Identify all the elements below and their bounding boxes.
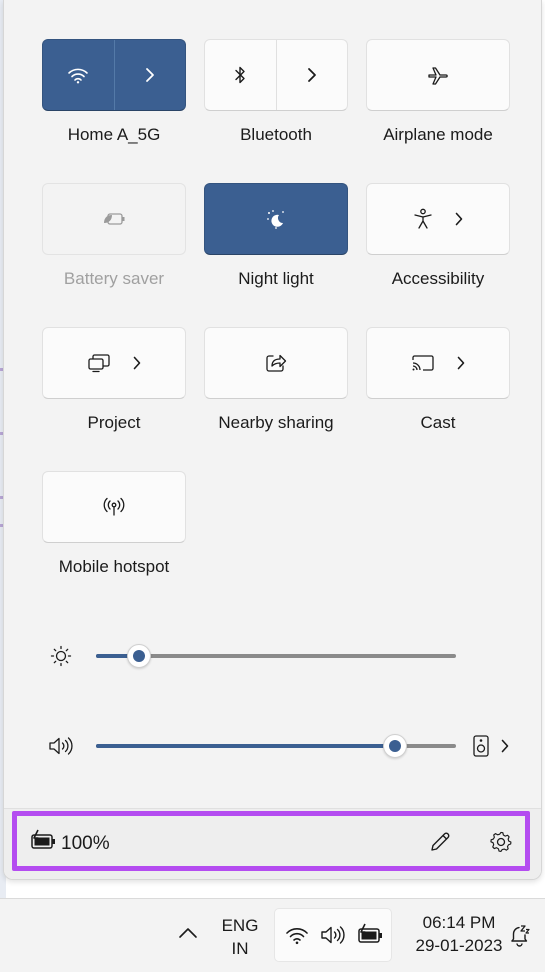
tile-label-project: Project xyxy=(87,413,141,432)
brightness-icon xyxy=(50,645,72,667)
airplane-mode-tile[interactable] xyxy=(366,39,510,111)
battery-saver-icon xyxy=(102,211,126,227)
cast-icon xyxy=(411,354,435,372)
wifi-chevron-button[interactable] xyxy=(115,40,186,110)
bluetooth-tile[interactable] xyxy=(204,39,348,111)
clock-date: 29-01-2023 xyxy=(415,936,503,955)
volume-slider[interactable] xyxy=(96,734,456,758)
mobile-hotspot-tile[interactable] xyxy=(42,471,186,543)
battery-saver-tile[interactable] xyxy=(42,183,186,255)
chevron-right-icon xyxy=(133,356,141,370)
tile-label-night-light: Night light xyxy=(238,269,314,288)
volume-row xyxy=(4,731,541,761)
tile-cell-airplane: Airplane mode xyxy=(366,39,510,149)
tile-label-cast: Cast xyxy=(420,413,456,432)
accessibility-tile[interactable] xyxy=(366,183,510,255)
tile-cell-battery-saver: Battery saver xyxy=(42,183,186,293)
tile-cell-nearby-sharing: Nearby sharing xyxy=(204,327,348,437)
chevron-right-icon[interactable] xyxy=(501,739,509,753)
tile-label-nearby-sharing: Nearby sharing xyxy=(218,413,334,432)
project-tile[interactable] xyxy=(42,327,186,399)
volume-slider-thumb[interactable] xyxy=(382,734,407,758)
tile-cell-night-light: Night light xyxy=(204,183,348,293)
tile-label-accessibility: Accessibility xyxy=(391,269,485,288)
chevron-up-icon[interactable] xyxy=(178,927,198,939)
battery-charging-icon xyxy=(355,923,383,945)
project-icon xyxy=(87,353,111,373)
accessibility-icon xyxy=(413,208,433,230)
taskbar-clock[interactable]: 06:14 PM 29-01-2023 xyxy=(400,911,518,957)
nearby-sharing-icon xyxy=(265,353,287,373)
wifi-icon xyxy=(67,66,89,84)
tile-label-airplane: Airplane mode xyxy=(383,125,493,144)
pencil-icon[interactable] xyxy=(429,831,451,853)
bluetooth-toggle-button[interactable] xyxy=(205,40,276,110)
clock-time: 06:14 PM xyxy=(422,913,496,932)
lang-region: IN xyxy=(231,939,249,958)
tile-cell-bluetooth: Bluetooth xyxy=(204,39,348,149)
speaker-device-icon[interactable] xyxy=(472,734,490,758)
wifi-icon xyxy=(285,925,309,945)
brightness-row xyxy=(4,641,541,671)
lang-code: ENG xyxy=(221,916,259,935)
night-light-icon xyxy=(264,208,288,230)
volume-icon[interactable] xyxy=(47,734,73,758)
battery-charging-icon[interactable] xyxy=(28,829,56,851)
tile-label-wifi: Home A_5G xyxy=(67,125,161,144)
airplane-icon xyxy=(426,65,450,85)
chevron-right-icon xyxy=(307,67,317,83)
volume-icon xyxy=(319,924,345,946)
gear-icon[interactable] xyxy=(490,831,512,853)
quick-settings-panel: Home A_5G Bluetooth Airplane mode Batter… xyxy=(3,0,542,880)
chevron-right-icon xyxy=(145,67,155,83)
tile-cell-wifi: Home A_5G xyxy=(42,39,186,149)
input-language-indicator[interactable]: ENG IN xyxy=(216,914,264,960)
tile-label-mobile-hotspot: Mobile hotspot xyxy=(58,557,170,576)
tile-cell-cast: Cast xyxy=(366,327,510,437)
chevron-right-icon xyxy=(457,356,465,370)
tile-cell-project: Project xyxy=(42,327,186,437)
wifi-toggle-button[interactable] xyxy=(43,40,114,110)
nearby-sharing-tile[interactable] xyxy=(204,327,348,399)
brightness-slider[interactable] xyxy=(96,644,456,668)
night-light-tile[interactable] xyxy=(204,183,348,255)
do-not-disturb-bell-icon[interactable] xyxy=(508,923,532,949)
wifi-tile[interactable] xyxy=(42,39,186,111)
bluetooth-icon xyxy=(233,65,247,85)
tile-cell-mobile-hotspot: Mobile hotspot xyxy=(42,471,186,581)
chevron-right-icon xyxy=(455,212,463,226)
battery-percentage[interactable]: 100% xyxy=(61,833,110,855)
cast-tile[interactable] xyxy=(366,327,510,399)
tile-cell-accessibility: Accessibility xyxy=(366,183,510,293)
mobile-hotspot-icon xyxy=(102,496,126,518)
brightness-slider-thumb[interactable] xyxy=(127,644,152,668)
bluetooth-chevron-button[interactable] xyxy=(277,40,348,110)
volume-slider-fill xyxy=(96,744,395,748)
tile-label-battery-saver: Battery saver xyxy=(63,269,165,288)
tile-label-bluetooth: Bluetooth xyxy=(240,125,312,144)
